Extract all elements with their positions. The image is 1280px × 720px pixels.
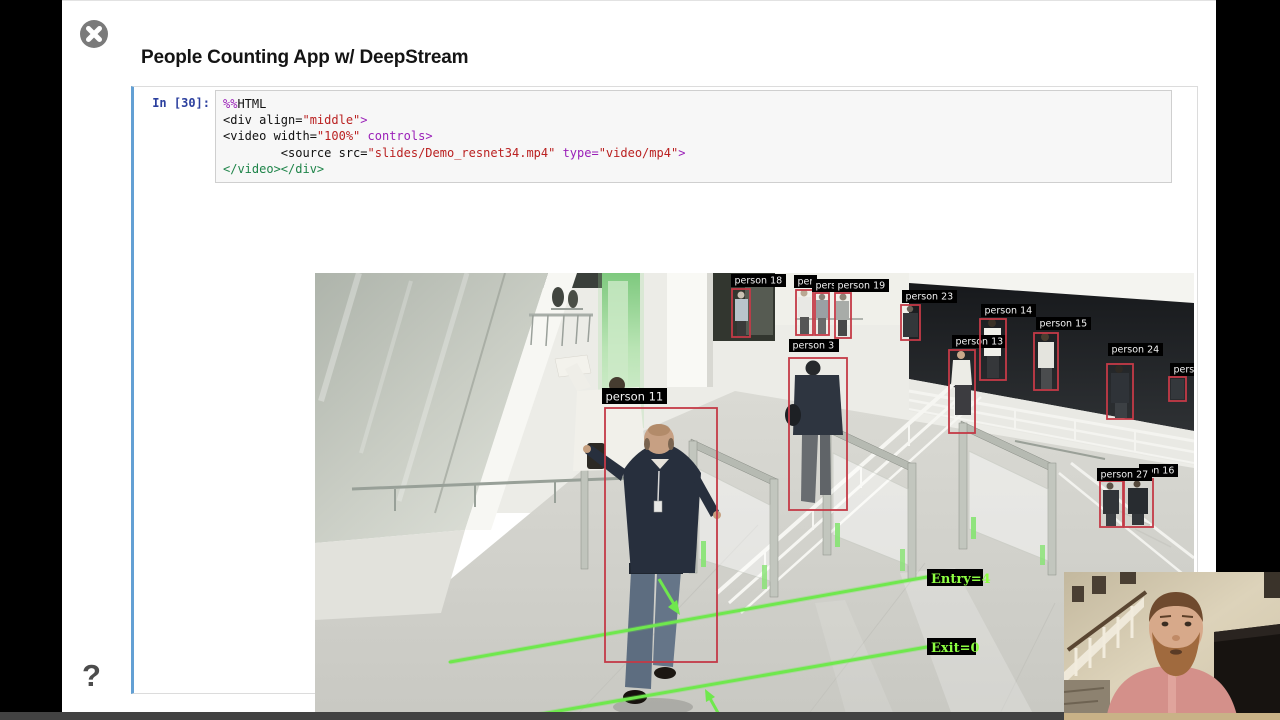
detection-label: person 14 — [985, 306, 1033, 317]
video-output[interactable]: person 18 perpersperson 19 person 23 person… — [315, 273, 1194, 720]
lower-left-wall — [315, 530, 465, 620]
exit-counter-text: Exit=0 — [931, 641, 980, 656]
entry-counter-text: Entry=4 — [931, 572, 991, 587]
detection-label: person 15 — [1040, 319, 1088, 330]
detection-label: person 19 — [838, 281, 886, 292]
detection-label: person 23 — [906, 292, 954, 303]
seated-person — [568, 290, 578, 308]
seated-person — [552, 287, 564, 307]
close-button[interactable] — [78, 18, 110, 50]
detection-label: person 27 — [1101, 470, 1149, 481]
code-editor[interactable]: %%HTML<div align="middle"><video width="… — [215, 90, 1172, 183]
page-title: People Counting App w/ DeepStream — [141, 47, 468, 69]
help-button[interactable]: ? — [82, 658, 101, 694]
white-column — [667, 273, 713, 387]
letterbox-left — [0, 0, 62, 720]
detection-label: person 24 — [1112, 345, 1160, 356]
detection-label: person 18 — [735, 276, 783, 287]
exit-counter: Exit=0 — [927, 638, 980, 656]
desk-edge — [1064, 713, 1280, 720]
surveillance-frame: person 18 perpersperson 19 person 23 person… — [315, 273, 1194, 720]
notebook-cell: In [30]: %%HTML<div align="middle"><vide… — [131, 86, 1198, 694]
presenter-webcam — [1064, 572, 1280, 720]
cell-input-row: In [30]: %%HTML<div align="middle"><vide… — [134, 90, 1197, 183]
detection-label: person 3 — [793, 341, 835, 352]
entry-counter: Entry=4 — [927, 569, 991, 587]
detection-label: pers — [816, 281, 837, 292]
detection-label: perso — [1174, 365, 1195, 376]
detection-label: per — [798, 277, 814, 288]
notebook-slide: People Counting App w/ DeepStream In [30… — [62, 0, 1216, 714]
cell-prompt: In [30]: — [134, 90, 210, 110]
detection-label: person 11 — [606, 390, 664, 404]
close-icon — [78, 18, 110, 50]
presentation-stage: People Counting App w/ DeepStream In [30… — [0, 0, 1280, 720]
